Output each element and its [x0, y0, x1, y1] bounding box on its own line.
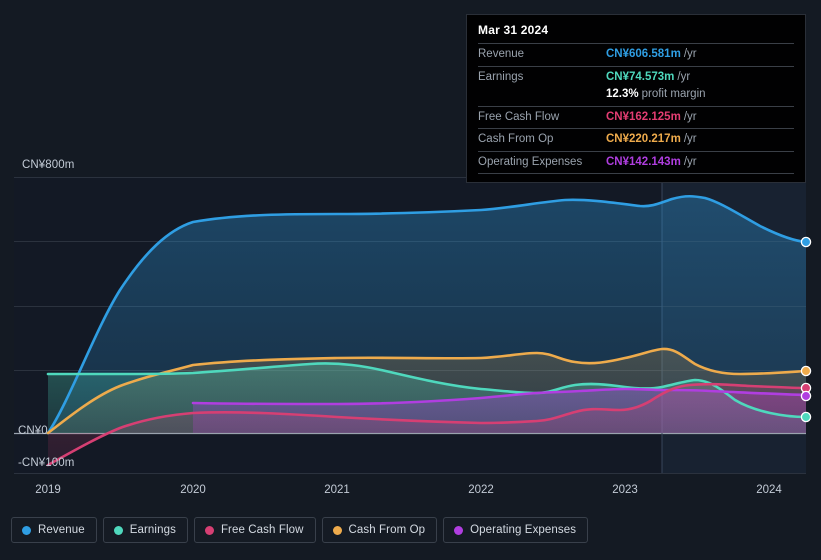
- legend-item-revenue[interactable]: Revenue: [11, 517, 97, 543]
- x-axis-tick-2020: 2020: [180, 484, 206, 496]
- tooltip-row-value: 12.3% profit margin: [606, 88, 706, 100]
- x-axis-tick-2019: 2019: [35, 484, 61, 496]
- legend-item-operating-expenses[interactable]: Operating Expenses: [443, 517, 589, 543]
- tooltip-date: Mar 31 2024: [478, 23, 549, 37]
- x-axis-tick-2024: 2024: [756, 484, 782, 496]
- tooltip-row-label: Revenue: [478, 48, 525, 60]
- tooltip-row-value: CN¥162.125m/yr: [606, 110, 697, 123]
- x-axis-tick-2021: 2021: [324, 484, 350, 496]
- tooltip-row-label: Earnings: [478, 70, 524, 83]
- legend-swatch-icon: [113, 525, 123, 535]
- x-axis-tick-2022: 2022: [468, 484, 494, 496]
- tooltip-row-unit: /yr: [677, 70, 691, 83]
- tooltip-row-unit: /yr: [683, 133, 697, 145]
- end-marker-earnings: [800, 411, 812, 423]
- tooltip-row-value: CN¥606.581m/yr: [606, 48, 697, 60]
- tooltip-rows: Revenue CN¥606.581m/yr Earnings CN¥74.573m /…: [478, 43, 794, 174]
- tooltip-row-label: Cash From Op: [478, 133, 554, 145]
- legend-item-label: Operating Expenses: [470, 524, 577, 536]
- tooltip-row-value: CN¥142.143m/yr: [606, 155, 697, 168]
- tooltip-row-value: CN¥220.217m/yr: [606, 133, 697, 145]
- tooltip-row: Cash From Op CN¥220.217m/yr: [478, 128, 794, 151]
- tooltip-row-unit: /yr: [683, 110, 697, 123]
- financial-area-chart: CN¥800m CN¥0 -CN¥100m 2019 2020 2021 2022 20…: [0, 0, 821, 560]
- chart-legend: Revenue Earnings Free Cash Flow Cash From O…: [11, 517, 589, 543]
- legend-item-label: Earnings: [129, 524, 176, 536]
- legend-swatch-icon: [454, 525, 464, 535]
- tooltip-row: Earnings CN¥74.573m/yr: [478, 65, 794, 89]
- tooltip-row-unit: profit margin: [641, 88, 706, 100]
- tooltip-row: Operating Expenses CN¥142.143m/yr: [478, 150, 794, 174]
- legend-item-label: Revenue: [38, 524, 85, 536]
- tooltip-row: 12.3% profit margin: [478, 88, 794, 106]
- legend-swatch-icon: [332, 525, 342, 535]
- legend-item-free-cash-flow[interactable]: Free Cash Flow: [193, 517, 316, 543]
- tooltip-row-unit: /yr: [683, 48, 697, 60]
- legend-item-label: Free Cash Flow: [220, 524, 304, 536]
- chart-tooltip: Mar 31 2024 Revenue CN¥606.581m/yr Earning…: [466, 14, 806, 183]
- tooltip-row: Revenue CN¥606.581m/yr: [478, 43, 794, 66]
- end-marker-revenue: [800, 236, 812, 248]
- legend-item-label: Cash From Op: [348, 524, 426, 536]
- legend-swatch-icon: [22, 525, 31, 535]
- tooltip-row: Free Cash Flow CN¥162.125m/yr: [478, 105, 794, 129]
- tooltip-row-value: CN¥74.573m/yr: [606, 70, 691, 83]
- legend-item-earnings[interactable]: Earnings: [102, 517, 188, 543]
- end-marker-operating-expenses: [800, 390, 812, 402]
- x-axis-tick-2023: 2023: [612, 484, 638, 496]
- tooltip-row-label: Free Cash Flow: [478, 110, 560, 123]
- legend-swatch-icon: [204, 525, 214, 535]
- tooltip-row-unit: /yr: [683, 155, 697, 168]
- end-marker-cash-from-op: [800, 365, 812, 377]
- tooltip-row-label: Operating Expenses: [478, 155, 583, 168]
- legend-item-cash-from-op[interactable]: Cash From Op: [321, 517, 438, 543]
